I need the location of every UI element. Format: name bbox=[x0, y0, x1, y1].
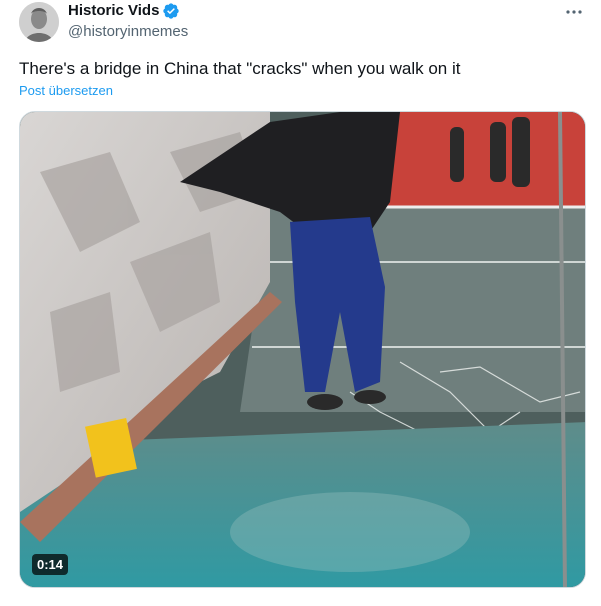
video-frame bbox=[20, 112, 585, 587]
tweet: Historic Vids @historyinmemes There's a … bbox=[0, 0, 601, 606]
video-player[interactable]: 0:14 bbox=[19, 111, 586, 588]
tweet-text: There's a bridge in China that "cracks" … bbox=[19, 59, 461, 78]
translate-post-link[interactable]: Post übersetzen bbox=[19, 83, 113, 99]
video-duration-badge: 0:14 bbox=[32, 554, 69, 575]
more-horizontal-icon bbox=[566, 10, 582, 14]
author-handle[interactable]: @historyinmemes bbox=[68, 22, 188, 42]
more-options-button[interactable] bbox=[561, 2, 587, 22]
author-name-row[interactable]: Historic Vids bbox=[68, 1, 180, 21]
verified-badge-icon bbox=[162, 2, 180, 20]
portrait-avatar-icon bbox=[19, 2, 59, 42]
avatar[interactable] bbox=[19, 2, 59, 42]
display-name[interactable]: Historic Vids bbox=[68, 1, 159, 21]
